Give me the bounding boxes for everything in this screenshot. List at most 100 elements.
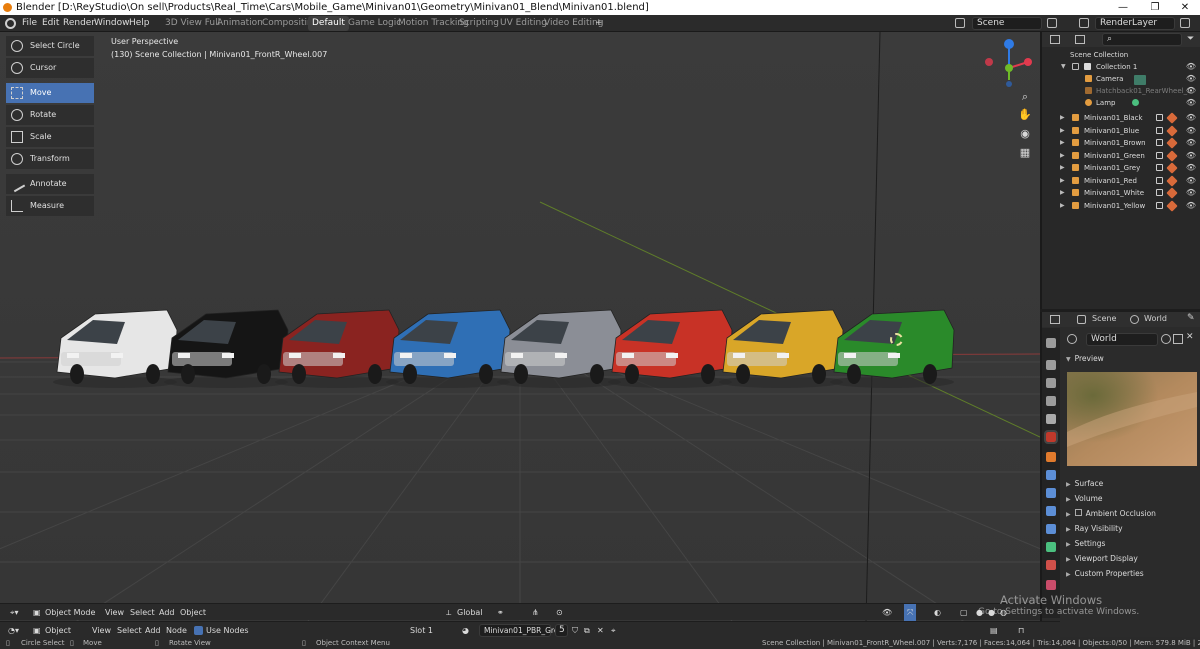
expand-arrow-icon[interactable]: ▶ (1060, 150, 1065, 162)
visibility-eye-icon[interactable]: 👁 (1186, 85, 1196, 97)
world-datablock-icon[interactable] (1067, 334, 1077, 344)
van-model[interactable] (164, 309, 289, 388)
object-tab-icon[interactable] (1046, 452, 1056, 462)
expand-arrow-icon[interactable]: ▶ (1060, 137, 1065, 149)
outliner-row-object[interactable]: ▶ Minivan01_Blue 👁 (1042, 124, 1200, 137)
ambient-occlusion-checkbox[interactable] (1074, 509, 1082, 516)
world-tab-icon[interactable] (1044, 430, 1058, 444)
collapse-arrow-icon[interactable]: ▼ (1061, 61, 1066, 73)
add-workspace-button[interactable]: + (591, 16, 607, 31)
van-model[interactable] (386, 309, 511, 388)
outliner-row-object[interactable]: ▶ Minivan01_White 👁 (1042, 187, 1200, 199)
tab-default[interactable]: Default (308, 16, 349, 31)
menu-object[interactable]: Object (180, 604, 206, 621)
crumb-world[interactable]: World (1144, 314, 1167, 323)
new-view-layer-icon[interactable] (1180, 18, 1190, 28)
snap-icon[interactable]: ⋔ (532, 604, 539, 621)
particles-tab-icon[interactable] (1046, 488, 1056, 498)
view-layer-icon[interactable] (1079, 18, 1089, 28)
outliner-row-lamp[interactable]: Lamp 👁 (1042, 97, 1200, 109)
orientation-icon[interactable]: ⟂ (446, 604, 451, 621)
navigation-gizmo[interactable] (980, 36, 1036, 92)
checkbox-icon[interactable] (1072, 63, 1079, 70)
tool-annotate[interactable]: Annotate (6, 174, 94, 194)
world-name-field[interactable]: World (1086, 333, 1158, 346)
display-mode-icon[interactable] (1075, 35, 1085, 44)
editor-type-icon[interactable]: ⌖▾ (10, 604, 19, 621)
material-name-field[interactable]: Minivan01_PBR_Gre... (479, 624, 566, 637)
3d-viewport[interactable]: Select Circle Cursor Move Rotate Scale T… (0, 32, 1040, 622)
duplicate-icon[interactable] (1173, 334, 1183, 344)
output-tab-icon[interactable] (1046, 378, 1056, 388)
object-mode-dropdown[interactable]: Object Mode (45, 604, 95, 621)
visibility-eye-icon[interactable]: 👁 (1186, 162, 1196, 174)
tool-tab-icon[interactable] (1046, 338, 1056, 348)
properties-section[interactable]: ▶ Surface (1066, 479, 1103, 488)
tool-transform[interactable]: Transform (6, 149, 94, 169)
outliner-row-object[interactable]: ▶ Minivan01_Green 👁 (1042, 149, 1200, 162)
van-model[interactable] (830, 309, 955, 388)
visibility-eye-icon[interactable]: 👁 (1186, 150, 1196, 162)
menu-file[interactable]: File (22, 15, 37, 32)
material-users-count[interactable]: 5 (555, 624, 568, 637)
camera-view-icon[interactable]: ◉ (1018, 127, 1032, 141)
orientation-dropdown[interactable]: Global (457, 604, 483, 621)
expand-arrow-icon[interactable]: ▶ (1060, 175, 1065, 187)
van-model[interactable] (53, 309, 178, 388)
visibility-eye-icon[interactable]: 👁 (1186, 61, 1196, 73)
constraints-tab-icon[interactable] (1046, 524, 1056, 534)
van-model[interactable] (497, 309, 622, 388)
modifier-tab-icon[interactable] (1046, 470, 1056, 480)
crumb-scene[interactable]: Scene (1092, 314, 1116, 323)
close-button[interactable]: ✕ (1170, 0, 1200, 15)
properties-section[interactable]: ▶ Volume (1066, 494, 1103, 503)
outliner-row-scene-collection[interactable]: Scene Collection (1042, 49, 1200, 61)
perspective-grid-icon[interactable]: ▦ (1018, 146, 1032, 160)
expand-arrow-icon[interactable]: ▶ (1060, 112, 1065, 124)
outliner-row-object[interactable]: ▶ Minivan01_Grey 👁 (1042, 162, 1200, 174)
visibility-eye-icon[interactable]: 👁 (1186, 200, 1196, 212)
visibility-eye-icon[interactable]: 👁 (1186, 175, 1196, 187)
properties-section[interactable]: ▶ Custom Properties (1066, 569, 1144, 578)
unlink-icon[interactable]: ✕ (1186, 332, 1194, 342)
view-layer-tab-icon[interactable] (1046, 396, 1056, 406)
filter-icon[interactable]: ⏷ (1187, 34, 1194, 44)
expand-arrow-icon[interactable]: ▶ (1060, 162, 1065, 174)
pivot-icon[interactable]: ⚭ (497, 604, 504, 621)
texture-tab-icon[interactable] (1046, 580, 1056, 590)
tool-move[interactable]: Move (6, 83, 94, 103)
menu-help[interactable]: Help (129, 15, 150, 32)
properties-section[interactable]: ▶ Ambient Occlusion (1066, 509, 1156, 518)
tool-scale[interactable]: Scale (6, 127, 94, 147)
visibility-eye-icon[interactable]: 👁 (1186, 97, 1196, 109)
maximize-button[interactable]: ❐ (1140, 0, 1170, 15)
tool-measure[interactable]: Measure (6, 196, 94, 216)
view-layer-field[interactable]: RenderLayer (1095, 17, 1175, 30)
proportional-edit-icon[interactable]: ⊙ (556, 604, 563, 621)
3d-cursor[interactable] (890, 333, 903, 346)
menu-window[interactable]: Window (94, 15, 130, 32)
new-scene-icon[interactable] (1047, 18, 1057, 28)
blender-menu-icon[interactable] (5, 18, 16, 29)
properties-section[interactable]: ▶ Viewport Display (1066, 554, 1138, 563)
physics-tab-icon[interactable] (1046, 506, 1056, 516)
use-nodes-checkbox[interactable] (194, 626, 203, 635)
properties-section[interactable]: ▶ Settings (1066, 539, 1105, 548)
menu-view[interactable]: View (105, 604, 124, 621)
material-tab-icon[interactable] (1046, 560, 1056, 570)
scene-tab-icon[interactable] (1046, 414, 1056, 424)
tool-cursor[interactable]: Cursor (6, 58, 94, 78)
render-tab-icon[interactable] (1046, 360, 1056, 370)
overlay-toggle-icon[interactable]: ◐ (934, 604, 941, 621)
scene-selector-icon[interactable] (955, 18, 965, 28)
outliner-row-hatchback-wheel[interactable]: Hatchback01_RearWheel_L 👁 (1042, 85, 1200, 97)
menu-select[interactable]: Select (130, 604, 155, 621)
tool-rotate[interactable]: Rotate (6, 105, 94, 125)
object-mode-icon[interactable]: ▣ (33, 604, 41, 621)
data-tab-icon[interactable] (1046, 542, 1056, 552)
outliner-search-input[interactable]: ⌕ (1102, 33, 1182, 46)
visibility-icon[interactable]: 👁 (882, 604, 892, 621)
expand-arrow-icon[interactable]: ▶ (1060, 200, 1065, 212)
xray-icon[interactable]: ▢ (960, 604, 968, 621)
pin-icon[interactable]: ✎ (1187, 313, 1195, 323)
